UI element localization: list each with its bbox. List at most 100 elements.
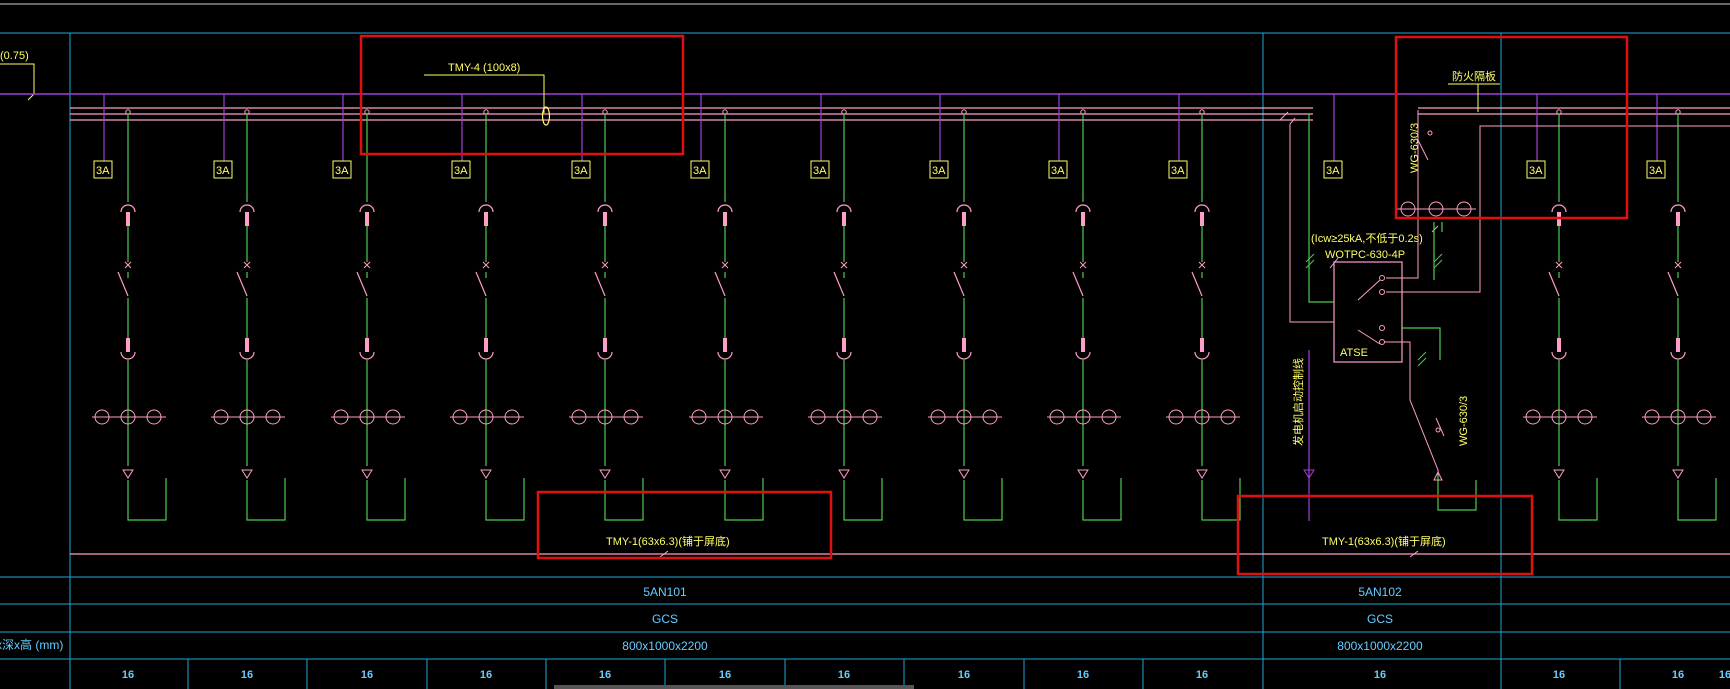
disconnect-arc-bottom xyxy=(1551,351,1567,360)
bottom-value: 16 xyxy=(480,669,492,681)
bottom-value: 16 xyxy=(361,669,373,681)
disconnect-arc-bottom xyxy=(120,351,136,360)
contact-bottom xyxy=(723,338,727,352)
highlight-fire-barrier xyxy=(1394,35,1629,220)
contact-top xyxy=(484,212,488,226)
earth-arrow xyxy=(958,469,970,479)
breaker-blade xyxy=(356,271,368,297)
highlight-ground-bus-2 xyxy=(1236,494,1534,576)
contact-top xyxy=(1081,212,1085,226)
cable-outlet xyxy=(604,478,644,521)
bottom-values: 16 16 16 16 16 16 16 16 16 16 16 16 16 1… xyxy=(122,669,1730,681)
bottom-value: 16 xyxy=(1553,669,1565,681)
disconnect-arc-top xyxy=(239,204,255,213)
fuse-label: 3A xyxy=(216,165,230,177)
earth-arrow xyxy=(1553,469,1565,479)
fire-barrier-section: 防火隔板 WG-630/3 xyxy=(1396,69,1500,217)
cable-outlet xyxy=(246,478,286,521)
fuse-label: 3A xyxy=(1051,165,1065,177)
earth-arrow xyxy=(1672,469,1684,479)
cable-outlet xyxy=(485,478,525,521)
ct-symbols xyxy=(1396,201,1476,217)
disconnect-arc-top xyxy=(597,204,613,213)
cable-outlet xyxy=(366,478,406,521)
bottom-value: 16 xyxy=(1077,669,1089,681)
earth-arrow xyxy=(361,469,373,479)
panel-type-2: GCS xyxy=(1367,612,1393,626)
fuse-label: 3A xyxy=(335,165,349,177)
fuse-label: 3A xyxy=(96,165,110,177)
disconnect-arc-top xyxy=(359,204,375,213)
generator-label: 发电机启动控制线 xyxy=(1291,358,1305,446)
disconnect-arc-top xyxy=(1551,204,1567,213)
bottom-value: 16 xyxy=(122,669,134,681)
contact-bottom xyxy=(365,338,369,352)
breaker-blade xyxy=(1548,271,1560,297)
breaker-blade xyxy=(953,271,965,297)
breaker-blade xyxy=(117,271,129,297)
bottom-value: 16 xyxy=(599,669,611,681)
disconnect-arc-top xyxy=(956,204,972,213)
disconnect-arc-top xyxy=(836,204,852,213)
disconnect-arc-bottom xyxy=(239,351,255,360)
cable-outlet xyxy=(724,478,764,521)
breaker-blade xyxy=(594,271,606,297)
contact-top xyxy=(126,212,130,226)
bottom-value: 16 xyxy=(1196,669,1208,681)
contact-top xyxy=(1676,212,1680,226)
cable-outlet xyxy=(1558,478,1598,521)
disconnect-arc-top xyxy=(1075,204,1091,213)
atse-label: ATSE xyxy=(1340,347,1368,359)
contact-top xyxy=(365,212,369,226)
disconnect-arc-bottom xyxy=(1075,351,1091,360)
ground-bus-label-2: TMY-1(63x6.3)(铺于屏底) xyxy=(1322,534,1446,548)
contact-top xyxy=(842,212,846,226)
breaker-blade xyxy=(236,271,248,297)
cable-outlet xyxy=(127,478,167,521)
earth-arrow xyxy=(599,469,611,479)
disconnect-arc-top xyxy=(478,204,494,213)
contact-top xyxy=(723,212,727,226)
disconnect-arc-bottom xyxy=(956,351,972,360)
cable-outlet xyxy=(1677,478,1717,521)
earth-arrow xyxy=(1077,469,1089,479)
atse-section: ATSE (Icw≥25kA,不低于0.2s) WOTPC-630-4P WG-… xyxy=(1279,111,1730,521)
disconnect-arc-top xyxy=(120,204,136,213)
breaker-blade xyxy=(1072,271,1084,297)
contact-top xyxy=(245,212,249,226)
contact-bottom xyxy=(603,338,607,352)
top-left-label: (0.75) xyxy=(0,50,29,62)
contact-top xyxy=(1200,212,1204,226)
breaker-blade xyxy=(475,271,487,297)
bus-joint-symbol xyxy=(541,106,551,126)
earth-arrow xyxy=(1196,469,1208,479)
cable-outlet xyxy=(1082,478,1122,521)
earth-arrow xyxy=(480,469,492,479)
disconnect-arc-bottom xyxy=(836,351,852,360)
fuse-label: 3A xyxy=(1326,165,1340,177)
highlight-ground-bus-1 xyxy=(536,490,833,560)
cad-drawing-canvas: (0.75) TMY-4 (100x8) 3A 3A 3A 3A 3A 3A 3… xyxy=(0,3,1730,689)
bottom-value: 16 xyxy=(719,669,731,681)
fuse-label: 3A xyxy=(932,165,946,177)
main-busbar xyxy=(70,107,1730,121)
panel-name-1: 5AN101 xyxy=(643,585,687,599)
breaker-blade xyxy=(833,271,845,297)
contact-bottom xyxy=(1557,338,1561,352)
bottom-value: 16 xyxy=(958,669,970,681)
fuse-label: 3A xyxy=(693,165,707,177)
contact-top xyxy=(962,212,966,226)
disconnect-arc-bottom xyxy=(717,351,733,360)
earth-arrow xyxy=(838,469,850,479)
contact-bottom xyxy=(1200,338,1204,352)
fuse-label: 3A xyxy=(1529,165,1543,177)
horizontal-scrollbar[interactable] xyxy=(554,685,914,689)
feeder-columns xyxy=(92,94,1717,521)
fuse-boxes xyxy=(93,160,1666,179)
disconnect-arc-top xyxy=(717,204,733,213)
fuse-label: 3A xyxy=(574,165,588,177)
fuse-label: 3A xyxy=(1649,165,1663,177)
bottom-value: 16 xyxy=(838,669,850,681)
highlight-boxes xyxy=(359,34,1629,576)
cable-outlet xyxy=(963,478,1003,521)
